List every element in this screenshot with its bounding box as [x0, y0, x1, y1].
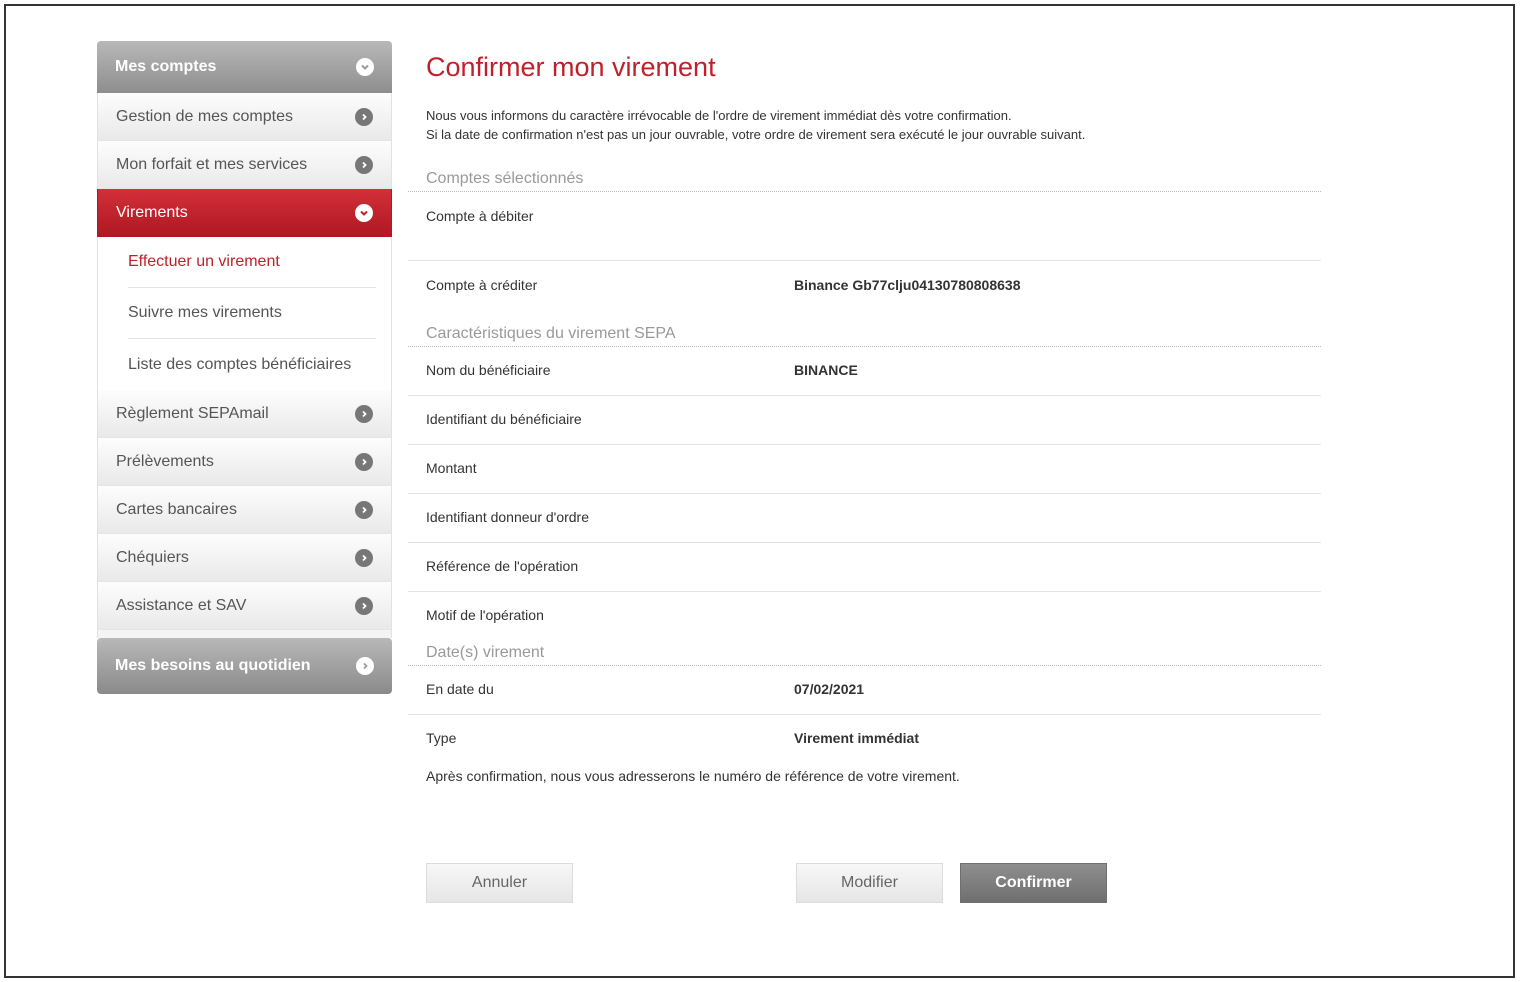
modify-button[interactable]: Modifier — [796, 863, 943, 903]
row-label: Identifiant donneur d'ordre — [426, 509, 590, 525]
sidebar-item-label: Mes besoins au quotidien — [115, 657, 311, 674]
sidebar-item-virements[interactable]: Virements — [97, 189, 392, 237]
row-montant: Montant — [408, 445, 1321, 494]
sidebar-item-label: Prélèvements — [116, 452, 214, 470]
sidebar-item-label: Virements — [116, 203, 188, 221]
confirm-button[interactable]: Confirmer — [960, 863, 1107, 903]
row-identifiant-beneficiaire: Identifiant du bénéficiaire — [408, 396, 1321, 445]
row-value: BINANCE — [794, 362, 858, 378]
row-label: En date du — [426, 681, 494, 697]
intro-text: Nous vous informons du caractère irrévoc… — [426, 106, 1321, 144]
row-label: Compte à créditer — [426, 277, 538, 293]
intro-line: Nous vous informons du caractère irrévoc… — [426, 108, 1012, 123]
sidebar-item-label: Assistance et SAV — [116, 596, 247, 614]
sidebar-item-label: Mon forfait et mes services — [116, 155, 308, 173]
row-identifiant-donneur-ordre: Identifiant donneur d'ordre — [408, 494, 1321, 543]
confirmation-note: Après confirmation, nous vous adresseron… — [426, 768, 960, 784]
row-value: Virement immédiat — [794, 730, 920, 746]
sidebar-item-gestion-comptes[interactable]: Gestion de mes comptes — [97, 93, 392, 141]
chevron-right-icon — [355, 596, 373, 615]
row-en-date-du: En date du 07/02/2021 — [408, 666, 1321, 715]
sidebar-divider — [97, 630, 392, 638]
row-label: Montant — [426, 460, 477, 476]
chevron-down-icon — [356, 58, 374, 76]
row-type: Type Virement immédiat — [408, 715, 1321, 761]
row-label: Compte à débiter — [426, 208, 534, 224]
sidebar-item-label: Chéquiers — [116, 548, 189, 566]
submenu-item-suivre-virements[interactable]: Suivre mes virements — [128, 288, 376, 339]
row-reference-operation: Référence de l'opération — [408, 543, 1321, 592]
submenu-item-effectuer-virement[interactable]: Effectuer un virement — [128, 237, 376, 288]
chevron-right-icon — [355, 452, 373, 471]
chevron-right-icon — [355, 155, 373, 174]
sidebar-header-label: Mes comptes — [115, 58, 217, 75]
row-label: Nom du bénéficiaire — [426, 362, 551, 378]
section-dates-virement: Date(s) virement — [408, 640, 1321, 666]
submenu-item-comptes-beneficiaires[interactable]: Liste des comptes bénéficiaires — [128, 339, 376, 390]
chevron-right-icon — [355, 548, 373, 567]
sidebar-item-reglement-sepamail[interactable]: Règlement SEPAmail — [97, 390, 392, 438]
chevron-right-icon — [355, 500, 373, 519]
sidebar-item-assistance-sav[interactable]: Assistance et SAV — [97, 582, 392, 630]
row-label: Type — [426, 730, 457, 746]
sidebar: Mes comptes Gestion de mes comptes Mon f… — [97, 41, 392, 694]
sidebar-header-mes-comptes[interactable]: Mes comptes — [97, 41, 392, 93]
section-caracteristiques-sepa: Caractéristiques du virement SEPA — [408, 321, 1321, 347]
cancel-button[interactable]: Annuler — [426, 863, 573, 903]
sidebar-item-chequiers[interactable]: Chéquiers — [97, 534, 392, 582]
chevron-down-icon — [355, 203, 373, 222]
row-compte-crediter: Compte à créditer Binance Gb77clju041307… — [408, 261, 1321, 311]
sidebar-item-besoins-quotidien[interactable]: Mes besoins au quotidien — [97, 638, 392, 694]
row-value: 07/02/2021 — [794, 681, 865, 697]
main-content: Confirmer mon virement Nous vous informo… — [408, 50, 1321, 784]
chevron-right-icon — [356, 657, 374, 675]
sidebar-submenu-virements: Effectuer un virement Suivre mes viremen… — [97, 237, 392, 390]
sidebar-item-forfait-services[interactable]: Mon forfait et mes services — [97, 141, 392, 189]
row-value: Binance Gb77clju04130780808638 — [794, 277, 1021, 293]
section-comptes-selectionnes: Comptes sélectionnés — [408, 166, 1321, 192]
row-label: Référence de l'opération — [426, 558, 579, 574]
intro-line: Si la date de confirmation n'est pas un … — [426, 127, 1086, 142]
row-label: Identifiant du bénéficiaire — [426, 411, 582, 427]
row-nom-beneficiaire: Nom du bénéficiaire BINANCE — [408, 347, 1321, 396]
sidebar-item-cartes-bancaires[interactable]: Cartes bancaires — [97, 486, 392, 534]
row-label: Motif de l'opération — [426, 607, 544, 623]
row-compte-debiter: Compte à débiter — [408, 192, 1321, 261]
chevron-right-icon — [355, 107, 373, 126]
sidebar-item-label: Règlement SEPAmail — [116, 404, 269, 422]
sidebar-item-label: Cartes bancaires — [116, 500, 237, 518]
sidebar-item-label: Gestion de mes comptes — [116, 107, 293, 125]
page-title: Confirmer mon virement — [426, 52, 716, 82]
sidebar-item-prelevements[interactable]: Prélèvements — [97, 438, 392, 486]
chevron-right-icon — [355, 404, 373, 423]
row-motif-operation: Motif de l'opération — [408, 592, 1321, 640]
